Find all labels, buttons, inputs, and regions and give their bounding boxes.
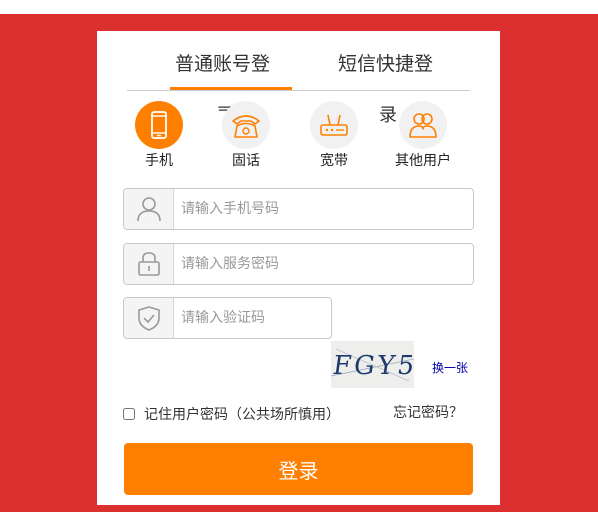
password-field (123, 243, 474, 285)
account-type-landline[interactable]: 固话 (206, 101, 286, 170)
captcha-field (123, 297, 332, 339)
tab-sms-login[interactable]: 短信快捷登 (338, 49, 433, 76)
account-type-selector: 手机 固话 宽带 其他用户 (97, 101, 500, 171)
active-tab-underline (170, 87, 292, 90)
account-type-label: 其他用户 (395, 153, 451, 169)
account-type-label: 宽带 (320, 153, 348, 169)
mobile-phone-icon (135, 101, 183, 149)
account-type-label: 手机 (145, 153, 173, 169)
tab-account-login[interactable]: 普通账号登 (175, 49, 270, 76)
phone-field (123, 188, 474, 230)
captcha-input[interactable] (174, 298, 330, 338)
forgot-password-link[interactable]: 忘记密码？ (393, 402, 463, 422)
login-tabs: 普通账号登 短信快捷登 (127, 31, 470, 91)
router-icon (310, 101, 358, 149)
lock-icon (124, 244, 174, 284)
users-icon (399, 101, 447, 149)
user-icon (124, 189, 174, 229)
login-button[interactable]: 登录 (124, 443, 473, 495)
phone-input[interactable] (174, 189, 472, 229)
change-captcha-link[interactable]: 换一张 (432, 359, 468, 376)
account-type-label: 固话 (232, 153, 260, 169)
captcha-text: FGY5 (331, 351, 414, 381)
remember-label: 记住用户密码（公共场所慎用） (144, 407, 340, 423)
account-type-broadband[interactable]: 宽带 (294, 101, 374, 170)
captcha-image[interactable]: FGY5 (331, 341, 414, 388)
remember-checkbox[interactable] (123, 408, 135, 420)
login-panel: 普通账号登 短信快捷登 录 录 手机 (97, 31, 500, 505)
landline-phone-icon (222, 101, 270, 149)
account-type-other[interactable]: 其他用户 (383, 101, 463, 170)
password-input[interactable] (174, 244, 472, 284)
account-type-mobile[interactable]: 手机 (119, 101, 199, 170)
shield-check-icon (124, 298, 174, 338)
remember-password[interactable]: 记住用户密码（公共场所慎用） (123, 404, 340, 424)
